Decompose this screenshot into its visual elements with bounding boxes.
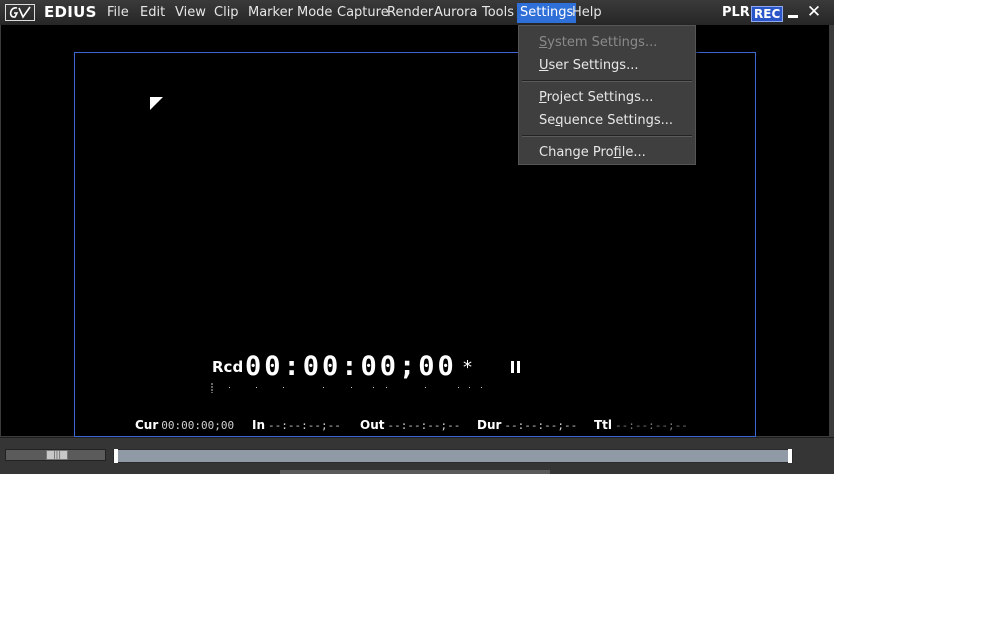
dur-value: --:--:--;-- [504, 419, 578, 432]
out-value: --:--:--;-- [387, 419, 461, 432]
cur-label: Cur [135, 418, 159, 432]
minimize-icon[interactable] [786, 5, 800, 19]
menu-settings[interactable]: Settings [517, 3, 577, 23]
menu-view[interactable]: View [172, 3, 209, 23]
edius-window: EDIUS File Edit View Clip Marker Mode Ca… [0, 0, 834, 474]
info-dur: Dur --:--:--;-- [477, 418, 577, 432]
menu-item-system-settings[interactable]: System Settings... [539, 35, 657, 50]
timecode-star: * [463, 357, 472, 378]
menu-separator [522, 80, 692, 82]
info-out: Out --:--:--;-- [360, 418, 460, 432]
menu-tools[interactable]: Tools [479, 3, 517, 23]
menu-separator [522, 135, 692, 137]
timecode-ticks [211, 383, 482, 393]
info-ttl: Ttl --:--:--;-- [594, 418, 688, 432]
position-slider[interactable] [113, 449, 793, 463]
close-icon[interactable]: ✕ [806, 4, 822, 21]
ttl-label: Ttl [594, 418, 613, 432]
pause-icon [511, 361, 521, 373]
menu-item-sequence-settings[interactable]: Sequence Settings... [539, 113, 673, 128]
menu-item-user-settings[interactable]: User Settings... [539, 58, 638, 73]
rec-mode-button[interactable]: REC [751, 6, 784, 22]
corner-marker-icon [150, 97, 163, 110]
position-start-marker[interactable] [114, 449, 118, 463]
info-in: In --:--:--;-- [252, 418, 341, 432]
menu-marker[interactable]: Marker [245, 3, 296, 23]
menu-item-project-settings[interactable]: Project Settings... [539, 90, 653, 105]
menu-render[interactable]: Render [384, 3, 436, 23]
menu-help[interactable]: Help [569, 3, 605, 23]
settings-dropdown: System Settings... User Settings... Proj… [518, 25, 696, 165]
menu-aurora[interactable]: Aurora [431, 3, 480, 23]
ttl-value: --:--:--;-- [615, 419, 688, 432]
plr-mode-button[interactable]: PLR [722, 5, 750, 20]
status-strip [280, 470, 550, 474]
out-label: Out [360, 418, 385, 432]
in-value: --:--:--;-- [268, 419, 341, 432]
transport-bar: ||| [0, 437, 834, 474]
menu-item-change-profile[interactable]: Change Profile... [539, 145, 646, 160]
menu-mode[interactable]: Mode [294, 3, 335, 23]
in-label: In [252, 418, 266, 432]
cur-value: 00:00:00;00 [161, 419, 235, 432]
jog-slider[interactable]: ||| [5, 449, 106, 461]
grass-valley-logo-icon [5, 4, 35, 21]
app-title: EDIUS [44, 3, 97, 21]
dur-label: Dur [477, 418, 502, 432]
menubar: EDIUS File Edit View Clip Marker Mode Ca… [0, 0, 834, 25]
menu-edit[interactable]: Edit [137, 3, 168, 23]
menu-file[interactable]: File [104, 3, 132, 23]
position-end-marker[interactable] [788, 449, 792, 463]
info-cur: Cur 00:00:00;00 [135, 418, 234, 432]
timecode-label: Rcd [212, 358, 244, 376]
timecode-display: 00:00:00;00 [245, 351, 457, 382]
menu-clip[interactable]: Clip [211, 3, 242, 23]
recorder-viewer[interactable]: Rcd 00:00:00;00 * [1, 25, 829, 437]
jog-handle[interactable]: ||| [46, 450, 68, 460]
